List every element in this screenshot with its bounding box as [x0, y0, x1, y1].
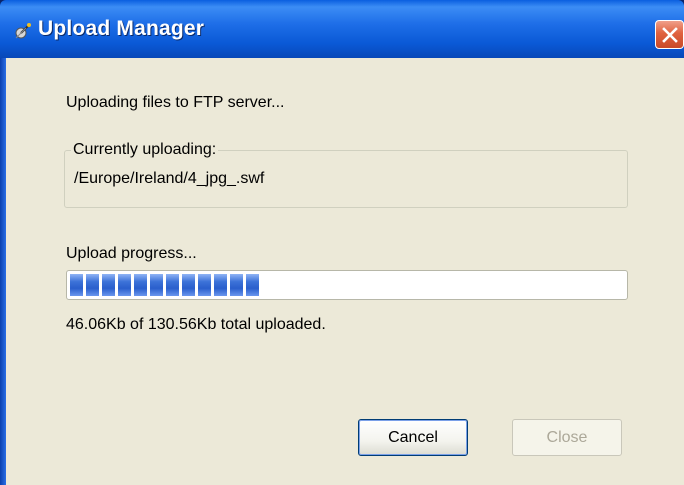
close-window-button[interactable]	[655, 20, 684, 49]
dialog-body: Uploading files to FTP server... Current…	[6, 58, 684, 485]
progress-label: Upload progress...	[66, 245, 197, 262]
satellite-dish-icon	[15, 23, 31, 39]
close-icon	[662, 27, 678, 43]
window-title: Upload Manager	[38, 17, 205, 40]
progress-block	[86, 274, 99, 296]
progress-block	[150, 274, 163, 296]
title-bar[interactable]: Upload Manager	[0, 0, 684, 58]
progress-block	[230, 274, 243, 296]
progress-summary: 46.06Kb of 130.56Kb total uploaded.	[66, 316, 326, 333]
upload-progress-bar	[66, 270, 628, 300]
progress-block	[102, 274, 115, 296]
progress-block	[246, 274, 259, 296]
upload-manager-window: Upload Manager Uploading files to FTP se…	[0, 0, 684, 485]
progress-block	[134, 274, 147, 296]
status-message: Uploading files to FTP server...	[66, 94, 285, 111]
current-upload-legend: Currently uploading:	[71, 141, 219, 159]
progress-block	[118, 274, 131, 296]
progress-block	[198, 274, 211, 296]
cancel-button[interactable]: Cancel	[358, 419, 468, 456]
progress-block	[214, 274, 227, 296]
progress-block	[70, 274, 83, 296]
progress-block	[166, 274, 179, 296]
upload-progress-fill	[70, 274, 259, 296]
current-upload-path: /Europe/Ireland/4_jpg_.swf	[74, 170, 265, 187]
close-button: Close	[512, 419, 622, 456]
current-upload-groupbox: Currently uploading: /Europe/Ireland/4_j…	[64, 141, 628, 208]
progress-block	[182, 274, 195, 296]
